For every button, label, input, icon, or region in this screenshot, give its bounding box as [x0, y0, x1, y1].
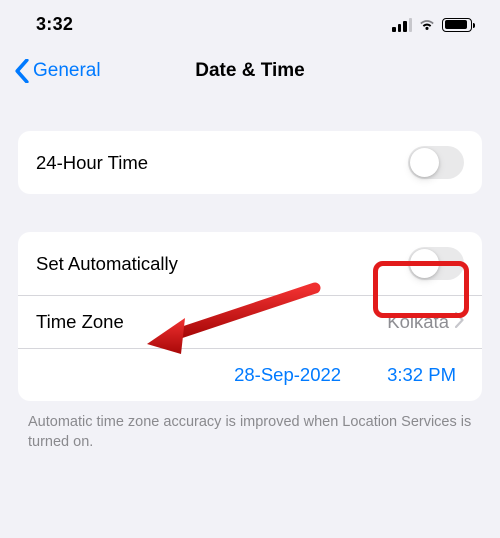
back-button[interactable]: General — [0, 59, 101, 83]
status-indicators — [392, 18, 472, 32]
cell-signal-icon — [392, 18, 412, 32]
row-label: Time Zone — [36, 311, 124, 333]
row-date-time[interactable]: 28-Sep-2022 3:32 PM — [18, 348, 482, 401]
date-value[interactable]: 28-Sep-2022 — [234, 364, 341, 386]
toggle-24-hour-time[interactable] — [408, 146, 464, 179]
status-bar: 3:32 — [0, 0, 500, 45]
wifi-icon — [418, 18, 436, 32]
back-label: General — [33, 60, 101, 82]
footer-note: Automatic time zone accuracy is improved… — [28, 413, 472, 452]
settings-group-1: 24-Hour Time — [18, 131, 482, 194]
time-zone-value: Kolkata — [387, 311, 449, 333]
toggle-set-automatically[interactable] — [408, 247, 464, 280]
row-label: Set Automatically — [36, 253, 178, 275]
nav-bar: General Date & Time — [0, 45, 500, 97]
row-label: 24-Hour Time — [36, 152, 148, 174]
battery-icon — [442, 18, 472, 32]
settings-group-2: Set Automatically Time Zone Kolkata 28-S… — [18, 232, 482, 401]
status-time: 3:32 — [36, 14, 73, 35]
time-value[interactable]: 3:32 PM — [387, 364, 456, 386]
row-set-automatically[interactable]: Set Automatically — [18, 232, 482, 295]
row-time-zone[interactable]: Time Zone Kolkata — [18, 295, 482, 348]
chevron-left-icon — [14, 59, 30, 83]
chevron-right-icon — [455, 312, 464, 333]
row-24-hour-time[interactable]: 24-Hour Time — [18, 131, 482, 194]
